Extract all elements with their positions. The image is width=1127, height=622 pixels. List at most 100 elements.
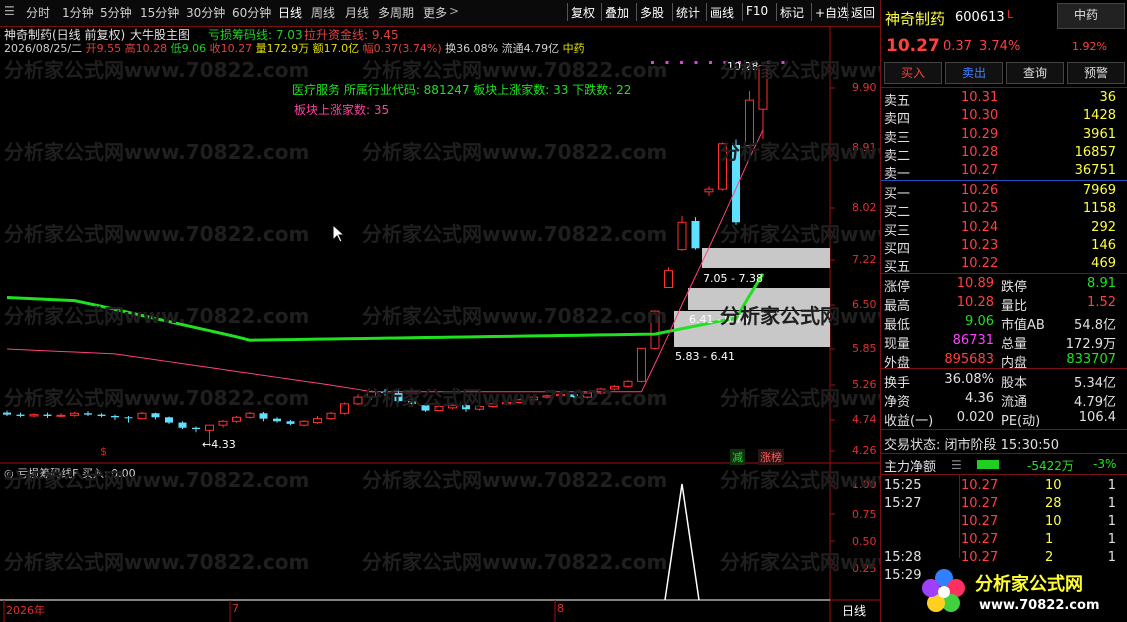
price-axis-tick: 6.50	[852, 298, 877, 311]
toolbar-button-5[interactable]: F10	[746, 4, 768, 18]
period-tab-9[interactable]: 多周期	[378, 4, 414, 21]
indicator-axis-tick: 0.50	[852, 535, 877, 548]
candle-body	[542, 395, 552, 398]
tick-row: 10.27 1 1	[961, 532, 1116, 547]
chevron-right-icon[interactable]: >	[449, 4, 459, 18]
period-tab-2[interactable]: 5分钟	[100, 4, 132, 21]
candle-body	[192, 427, 200, 430]
candle-body	[259, 413, 268, 419]
candle-body	[488, 403, 498, 408]
order-book-row: 卖二 10.28 16857	[884, 144, 1116, 164]
period-tab-1[interactable]: 1分钟	[62, 4, 94, 21]
price-axis-tick: 4.26	[852, 444, 877, 457]
period-tab-0[interactable]: 分时	[26, 4, 50, 21]
stat-row: 换手 36.08% 股本 5.34亿	[884, 372, 1116, 391]
main-flow-label: 主力净额	[884, 460, 937, 475]
stock-code: 600613	[955, 10, 1005, 25]
tick-row: 10.27 10 1	[961, 514, 1116, 529]
candle-body	[664, 270, 673, 288]
candle-body	[570, 394, 578, 398]
period-tab-5[interactable]: 60分钟	[232, 4, 271, 21]
flower-logo-icon	[922, 569, 965, 612]
candle-body	[421, 405, 430, 411]
candle-body	[475, 406, 484, 410]
candle-body	[758, 65, 768, 110]
stat-row: 涨停 10.89 跌停 8.91	[884, 276, 1116, 295]
toolbar-button-6[interactable]: 标记	[780, 4, 804, 21]
candle-body	[178, 422, 187, 428]
reduce-tag: 减	[730, 449, 745, 465]
period-tab-3[interactable]: 15分钟	[140, 4, 179, 21]
loss-chip-line	[6, 272, 765, 342]
ohlc-line: 2026/08/25/二 开9.55 高10.28 低9.06 收10.27 量…	[4, 42, 585, 55]
period-tab-7[interactable]: 周线	[311, 4, 335, 21]
trade-button-0[interactable]: 买入	[884, 62, 942, 84]
chip-box-2	[688, 288, 830, 310]
order-book-row: 卖四 10.30 1428	[884, 108, 1116, 128]
period-tab-4[interactable]: 30分钟	[186, 4, 225, 21]
toolbar-button-4[interactable]: 画线	[710, 4, 734, 21]
period-tab-10[interactable]: 更多	[423, 4, 447, 21]
signal-dot	[709, 61, 712, 64]
stat-row: 收益(一) 0.020 PE(动) 106.4	[884, 410, 1116, 429]
candle-body	[3, 412, 11, 415]
candle-body	[205, 424, 214, 431]
toolbar-button-2[interactable]: 多股	[640, 4, 664, 21]
candle-body	[151, 413, 160, 418]
sector-pct: 1.92%	[1072, 40, 1107, 53]
candle-body	[273, 418, 281, 422]
period-label[interactable]: 日线	[842, 602, 866, 619]
tick-row: 15:27 10.27 28 1	[884, 496, 1116, 511]
signal-dot	[680, 61, 683, 64]
toolbar-button-8[interactable]: 返回	[851, 4, 875, 21]
trade-button-2[interactable]: 查询	[1006, 62, 1064, 84]
toolbar-button-3[interactable]: 统计	[676, 4, 700, 21]
signal-dot	[767, 61, 770, 64]
stat-row: 现量 86731 总量 172.9万	[884, 333, 1116, 352]
candle-body	[137, 412, 147, 420]
candle-body	[394, 393, 403, 402]
price-axis-tick: 5.85	[852, 342, 877, 355]
x-axis-label-jul: 7	[232, 602, 239, 615]
last-price: 10.27	[886, 36, 940, 56]
candle-body	[218, 420, 228, 426]
period-tab-8[interactable]: 月线	[345, 4, 369, 21]
toolbar-button-1[interactable]: 叠加	[605, 4, 629, 21]
price-axis-tick: 7.22	[852, 253, 877, 266]
toolbar-button-0[interactable]: 复权	[571, 4, 595, 21]
order-book-row: 买五 10.22 469	[884, 256, 1116, 276]
candle-body	[340, 403, 349, 414]
candle-body	[448, 404, 457, 409]
candle-body	[745, 99, 754, 147]
indicator-axis-tick: 0.25	[852, 562, 877, 575]
trade-button-1[interactable]: 卖出	[945, 62, 1003, 84]
menu-icon[interactable]: ☰	[4, 4, 15, 18]
price-axis-tick: 5.26	[852, 378, 877, 391]
indicator-axis-tick: 0.75	[852, 508, 877, 521]
trade-button-3[interactable]: 预警	[1067, 62, 1125, 84]
candle-body	[367, 391, 376, 398]
menu-icon[interactable]: ☰	[951, 458, 962, 472]
candle-body	[610, 385, 619, 390]
candle-body	[637, 347, 646, 382]
sector-info: 医疗服务 所属行业代码: 881247 板块上涨家数: 33 下跌数: 22	[292, 83, 632, 97]
period-tab-6[interactable]: 日线	[278, 4, 302, 21]
signal-dot	[651, 61, 654, 64]
candle-body	[70, 412, 79, 416]
lower-panel-title: ◎ 亏损筹码线F 买入: 0.00	[4, 467, 136, 480]
indicator-axis-tick: 1.00	[852, 478, 877, 491]
toolbar-button-7[interactable]: +自选	[815, 4, 849, 21]
price-change: 0.37	[943, 39, 972, 54]
chip-box-1-label: 7.05 - 7.38	[703, 272, 763, 285]
order-book-row: 买三 10.24 292	[884, 219, 1116, 239]
tick-row: 15:25 10.27 10 1	[884, 478, 1116, 493]
candle-body	[165, 417, 173, 423]
sector-rise-count: 板块上涨家数: 35	[294, 103, 390, 117]
order-book-row: 买四 10.23 146	[884, 237, 1116, 257]
candle-body	[408, 401, 416, 404]
signal-dot	[781, 61, 785, 64]
sector-tag-box[interactable]: 中药	[1057, 3, 1125, 29]
candle-body	[232, 416, 241, 422]
signal-dot	[694, 61, 698, 64]
kline-chart-area[interactable]: 神奇制药(日线 前复权) 大牛股主图 亏损筹码线: 7.03 拉升资金线: 9.…	[0, 26, 1025, 622]
